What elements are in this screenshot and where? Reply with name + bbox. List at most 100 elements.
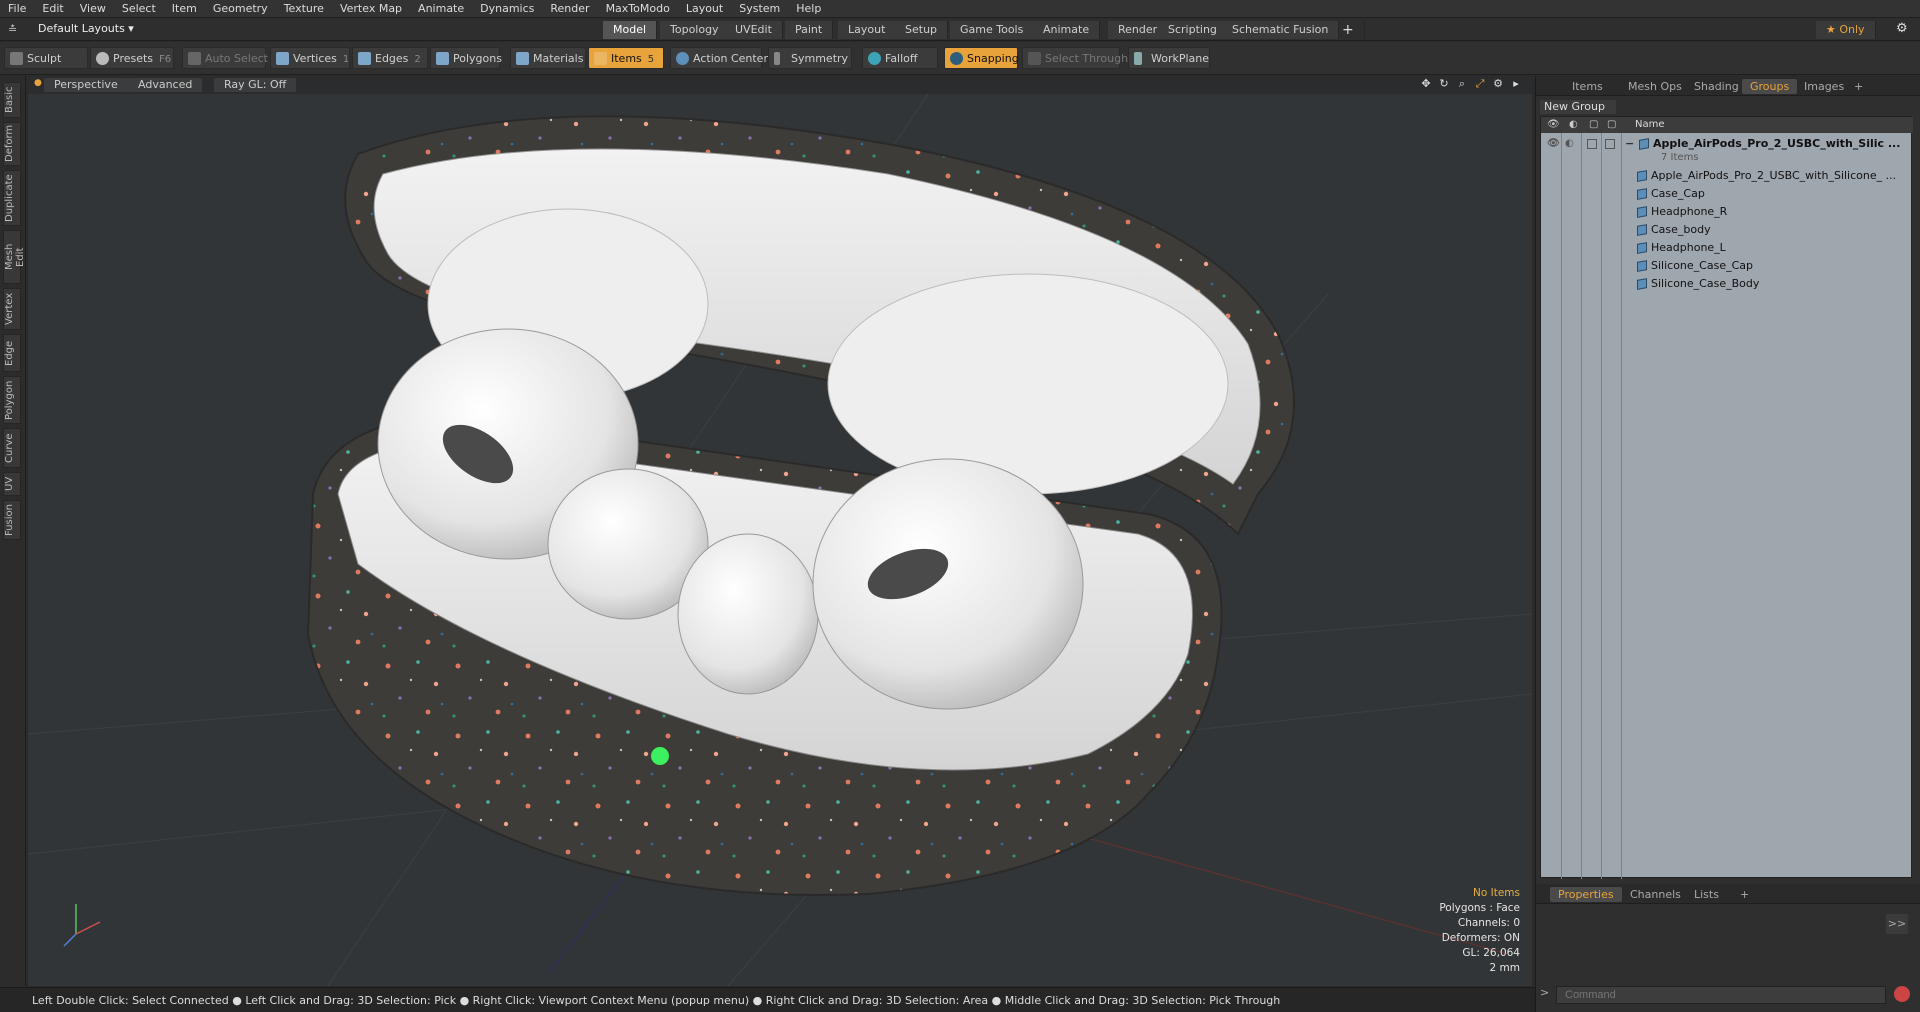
move-view-icon[interactable]: ✥: [1420, 78, 1432, 90]
menu-file[interactable]: File: [0, 0, 34, 18]
gl-stat: GL: 26,064: [1462, 947, 1520, 959]
menu-item[interactable]: Item: [164, 0, 205, 18]
3d-viewport[interactable]: ● Perspective Advanced Ray GL: Off ✥ ↻ ⌕…: [28, 76, 1532, 986]
render-icon[interactable]: ◐: [1569, 119, 1578, 130]
raygl-toggle[interactable]: Ray GL: Off: [214, 78, 297, 92]
menu-system[interactable]: System: [731, 0, 788, 18]
zoom-view-icon[interactable]: ⌕: [1456, 78, 1468, 90]
menu-render[interactable]: Render: [542, 0, 597, 18]
menu-layout[interactable]: Layout: [678, 0, 731, 18]
edges-button[interactable]: Edges 2: [352, 47, 428, 69]
mesh-icon: [1637, 224, 1647, 236]
menu-select[interactable]: Select: [114, 0, 164, 18]
left-tab-basic[interactable]: Basic: [3, 82, 21, 118]
sculpt-button[interactable]: Sculpt: [4, 47, 88, 69]
presets-button[interactable]: Presets F6: [90, 47, 174, 69]
tree-row-item[interactable]: Headphone_L: [1541, 239, 1913, 257]
materials-button[interactable]: Materials: [510, 47, 586, 69]
fit-view-icon[interactable]: ⤢: [1474, 78, 1486, 90]
settings-gear-icon[interactable]: ⚙: [1896, 21, 1908, 36]
left-tab-duplicate[interactable]: Duplicate: [3, 170, 21, 226]
select-through-button[interactable]: Select Through: [1022, 47, 1128, 69]
tab-scripting[interactable]: Scripting: [1158, 21, 1228, 39]
menu-view[interactable]: View: [72, 0, 114, 18]
right-bottom-tab-properties[interactable]: Properties: [1550, 887, 1622, 902]
menu-vertex-map[interactable]: Vertex Map: [332, 0, 410, 18]
right-tab-add[interactable]: +: [1846, 79, 1871, 94]
menu-texture[interactable]: Texture: [276, 0, 332, 18]
right-tab-items[interactable]: Items: [1564, 79, 1611, 94]
falloff-button[interactable]: Falloff: [862, 47, 938, 69]
menu-animate[interactable]: Animate: [410, 0, 472, 18]
left-tab-mesh-edit[interactable]: Mesh Edit: [3, 230, 26, 284]
items-button[interactable]: Items 5: [588, 47, 664, 69]
tree-row-item[interactable]: Apple_AirPods_Pro_2_USBC_with_Silicone_ …: [1541, 167, 1913, 185]
workplane-button[interactable]: WorkPlane: [1128, 47, 1210, 69]
right-bottom-tab-channels[interactable]: Channels: [1622, 887, 1689, 902]
sculpt-icon: [10, 52, 23, 65]
menu-dynamics[interactable]: Dynamics: [472, 0, 542, 18]
no-items-label: No Items: [1473, 887, 1520, 899]
right-tab-mesh-ops[interactable]: Mesh Ops: [1620, 79, 1690, 94]
new-group-button[interactable]: New Group: [1540, 100, 1616, 114]
menu-maxtomodo[interactable]: MaxToModo: [598, 0, 678, 18]
tab-uvedit[interactable]: UVEdit: [725, 21, 783, 39]
tree-row-item[interactable]: Silicone_Case_Body: [1541, 275, 1913, 293]
command-input[interactable]: [1556, 986, 1886, 1004]
tab-topology[interactable]: Topology: [660, 21, 730, 39]
right-tab-groups[interactable]: Groups: [1742, 79, 1798, 94]
only-toggle[interactable]: ★ Only: [1816, 21, 1876, 39]
left-tab-vertex[interactable]: Vertex: [3, 288, 21, 330]
tab-model[interactable]: Model: [603, 21, 658, 39]
expand-view-icon[interactable]: ▸: [1510, 78, 1522, 90]
command-record-icon[interactable]: [1894, 986, 1910, 1002]
view-settings-gear-icon[interactable]: ⚙: [1492, 78, 1504, 90]
layout-dropdown[interactable]: Default Layouts ▾: [38, 22, 134, 35]
tree-row-item[interactable]: Silicone_Case_Cap: [1541, 257, 1913, 275]
group-select-checkbox[interactable]: [1605, 139, 1615, 149]
perspective-dropdown[interactable]: Perspective: [44, 78, 128, 92]
tree-item-name: Silicone_Case_Cap: [1651, 259, 1753, 272]
snapping-button[interactable]: Snapping: [944, 47, 1019, 69]
auto-select-button[interactable]: Auto Select: [182, 47, 268, 69]
select-icon[interactable]: ▢: [1607, 119, 1616, 130]
name-column-header[interactable]: Name: [1635, 119, 1665, 130]
tab-layout[interactable]: Layout: [838, 21, 897, 39]
tab-paint[interactable]: Paint: [785, 21, 834, 39]
right-tab-images[interactable]: Images: [1796, 79, 1852, 94]
visibility-eye-icon[interactable]: 👁: [1547, 119, 1560, 130]
lock-icon[interactable]: ▢: [1589, 119, 1598, 130]
layout-arrow-icon[interactable]: ≛: [8, 23, 17, 36]
menu-geometry[interactable]: Geometry: [205, 0, 276, 18]
tree-row-item[interactable]: Headphone_R: [1541, 203, 1913, 221]
group-lock-checkbox[interactable]: [1587, 139, 1597, 149]
right-bottom-tab-lists[interactable]: Lists: [1686, 887, 1727, 902]
left-tab-polygon[interactable]: Polygon: [3, 376, 21, 424]
advanced-dropdown[interactable]: Advanced: [128, 78, 203, 92]
tab-animate[interactable]: Animate: [1033, 21, 1101, 39]
action-center-icon: [676, 52, 689, 65]
tab-setup[interactable]: Setup: [895, 21, 949, 39]
menu-edit[interactable]: Edit: [34, 0, 71, 18]
left-tab-edge[interactable]: Edge: [3, 334, 21, 372]
symmetry-button[interactable]: Symmetry: [768, 47, 852, 69]
right-bottom-tab-add[interactable]: +: [1732, 887, 1757, 902]
left-tab-deform[interactable]: Deform: [3, 122, 21, 166]
vertices-button[interactable]: Vertices 1: [270, 47, 350, 69]
right-tab-shading[interactable]: Shading: [1686, 79, 1747, 94]
left-tab-fusion[interactable]: Fusion: [3, 500, 21, 540]
tab-schematic-fusion[interactable]: Schematic Fusion: [1222, 21, 1340, 39]
add-tab-button[interactable]: +: [1332, 21, 1365, 39]
left-tab-uv[interactable]: UV: [3, 472, 21, 496]
left-tab-curve[interactable]: Curve: [3, 428, 21, 468]
tree-row-item[interactable]: Case_Cap: [1541, 185, 1913, 203]
tab-game-tools[interactable]: Game Tools: [950, 21, 1035, 39]
polygons-button[interactable]: Polygons: [430, 47, 502, 69]
expand-button[interactable]: >>: [1886, 914, 1908, 934]
action-center-button[interactable]: Action Center: [670, 47, 768, 69]
tree-row-item[interactable]: Case_body: [1541, 221, 1913, 239]
polygons-stat: Polygons : Face: [1439, 902, 1520, 914]
menu-help[interactable]: Help: [788, 0, 829, 18]
materials-icon: [516, 52, 529, 65]
rotate-view-icon[interactable]: ↻: [1438, 78, 1450, 90]
